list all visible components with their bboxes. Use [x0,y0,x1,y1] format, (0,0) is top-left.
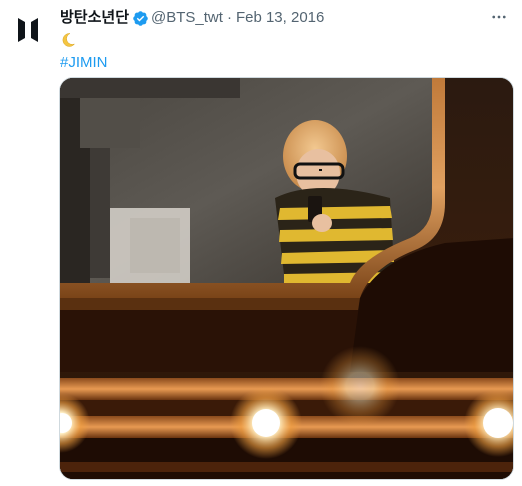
avatar[interactable] [14,16,42,44]
tweet-photo[interactable] [59,77,514,480]
hashtag-link[interactable]: #JIMIN [60,53,512,72]
tweet-header: 방탄소년단 @BTS_twt · Feb 13, 2016 [60,8,512,28]
verified-badge-icon [133,10,148,26]
handle[interactable]: @BTS_twt [151,8,223,28]
tweet: 방탄소년단 @BTS_twt · Feb 13, 2016 #JIMIN [0,0,522,486]
crescent-moon-icon [62,33,75,47]
ellipsis-icon [492,15,506,19]
tweet-text: #JIMIN [60,30,512,72]
tweet-content: 방탄소년단 @BTS_twt · Feb 13, 2016 #JIMIN [60,8,512,72]
bts-logo-icon [18,18,38,42]
display-name[interactable]: 방탄소년단 [60,8,129,28]
more-button[interactable] [486,6,512,28]
separator-dot: · [226,9,232,26]
photo-mirror-selfie [60,78,513,479]
tweet-date[interactable]: Feb 13, 2016 [236,8,324,28]
